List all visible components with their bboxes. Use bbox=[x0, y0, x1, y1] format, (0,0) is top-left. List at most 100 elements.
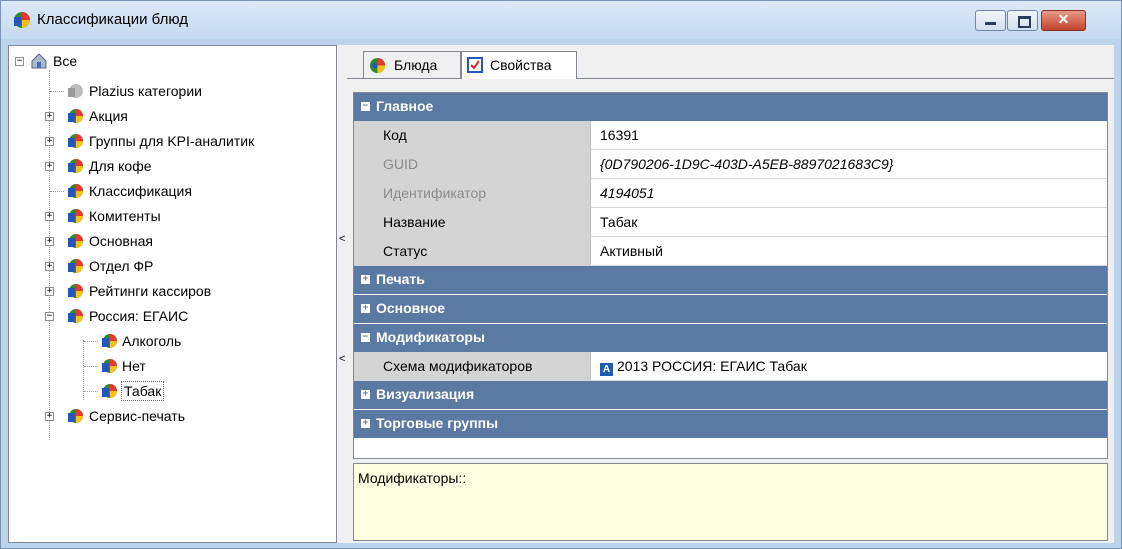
property-row-modifier-scheme[interactable]: Схема модификаторов A 2013 РОССИЯ: ЕГАИС … bbox=[354, 352, 1107, 381]
category-icon bbox=[68, 259, 83, 273]
expand-icon[interactable]: + bbox=[361, 275, 370, 284]
expand-icon[interactable]: + bbox=[45, 212, 54, 221]
category-label: Основное bbox=[376, 300, 446, 316]
category-icon-gray bbox=[68, 84, 83, 98]
house-icon bbox=[31, 53, 47, 69]
collapse-left-icon[interactable]: < bbox=[339, 353, 345, 365]
minimize-icon bbox=[985, 22, 996, 25]
expand-icon[interactable]: + bbox=[45, 162, 54, 171]
expand-icon[interactable]: + bbox=[361, 419, 370, 428]
tree-item[interactable]: + Акция bbox=[9, 107, 329, 129]
tree-item[interactable]: Классификация bbox=[9, 182, 329, 204]
splitter[interactable]: < < bbox=[338, 45, 346, 543]
tree-item[interactable]: + Отдел ФР bbox=[9, 257, 329, 279]
property-name: Код bbox=[383, 127, 407, 143]
tab-properties-label: Свойства bbox=[490, 57, 552, 73]
property-value[interactable]: Активный bbox=[600, 243, 663, 259]
tree-item-label: Акция bbox=[89, 108, 128, 124]
minimize-button[interactable] bbox=[975, 10, 1006, 31]
tree-item[interactable]: + Рейтинги кассиров bbox=[9, 282, 329, 304]
category-icon bbox=[102, 384, 117, 398]
property-row-name[interactable]: Название Табак bbox=[354, 208, 1107, 237]
tree-item-label: Алкоголь bbox=[122, 333, 182, 349]
tree-item-label: Plazius категории bbox=[89, 83, 202, 99]
close-button[interactable]: ✕ bbox=[1041, 10, 1086, 31]
expand-icon[interactable]: + bbox=[45, 412, 54, 421]
category-icon bbox=[102, 359, 117, 373]
category-icon bbox=[68, 209, 83, 223]
category-icon bbox=[68, 309, 83, 323]
checkbox-properties-icon bbox=[467, 57, 483, 73]
collapse-icon[interactable]: − bbox=[361, 333, 370, 342]
category-print[interactable]: + Печать bbox=[354, 266, 1107, 294]
property-row-status[interactable]: Статус Активный bbox=[354, 237, 1107, 266]
expand-icon[interactable]: + bbox=[45, 237, 54, 246]
maximize-icon bbox=[1018, 16, 1031, 28]
tree-item[interactable]: + Сервис-печать bbox=[9, 407, 329, 429]
category-modifiers[interactable]: − Модификаторы bbox=[354, 324, 1107, 352]
property-value[interactable]: 16391 bbox=[600, 127, 639, 143]
category-icon bbox=[68, 184, 83, 198]
property-name: Идентификатор bbox=[383, 185, 487, 201]
tree-item-selected[interactable]: Табак bbox=[9, 381, 329, 404]
main-window: Классификации блюд ✕ − Все Plazius катег… bbox=[0, 0, 1122, 549]
property-row-code[interactable]: Код 16391 bbox=[354, 121, 1107, 150]
expand-icon[interactable]: + bbox=[45, 262, 54, 271]
description-text: Модификаторы:: bbox=[358, 470, 467, 486]
details-panel: Блюда Свойства − Главное Код 16391 GUID bbox=[347, 45, 1114, 543]
scheme-icon: A bbox=[600, 363, 613, 376]
classification-tree[interactable]: − Все Plazius категории + Акция + Группы… bbox=[8, 45, 337, 543]
tree-item-label: Табак bbox=[120, 381, 165, 401]
tree-root-label: Все bbox=[53, 53, 78, 69]
maximize-button[interactable] bbox=[1007, 10, 1038, 31]
category-basic[interactable]: + Основное bbox=[354, 295, 1107, 323]
description-panel: Модификаторы:: bbox=[353, 463, 1108, 541]
tree-item[interactable]: + Основная bbox=[9, 232, 329, 254]
title-bar: Классификации блюд ✕ bbox=[1, 1, 1121, 39]
category-label: Торговые группы bbox=[376, 415, 499, 431]
category-trade-groups[interactable]: + Торговые группы bbox=[354, 410, 1107, 438]
tab-properties[interactable]: Свойства bbox=[461, 51, 577, 79]
tree-item[interactable]: + Для кофе bbox=[9, 157, 329, 179]
tab-dishes[interactable]: Блюда bbox=[363, 51, 461, 78]
tree-item[interactable]: Plazius категории bbox=[9, 82, 329, 104]
expand-icon[interactable]: + bbox=[45, 287, 54, 296]
tree-item-label: Комитенты bbox=[89, 208, 161, 224]
category-icon bbox=[68, 109, 83, 123]
collapse-icon[interactable]: − bbox=[361, 102, 370, 111]
category-label: Печать bbox=[376, 271, 425, 287]
tree-item[interactable]: + Группы для KPI-аналитик bbox=[9, 132, 329, 154]
client-area: − Все Plazius категории + Акция + Группы… bbox=[8, 45, 1114, 543]
tree-root[interactable]: − Все bbox=[15, 52, 215, 74]
collapse-icon[interactable]: − bbox=[15, 57, 24, 66]
property-row-identifier[interactable]: Идентификатор 4194051 bbox=[354, 179, 1107, 208]
category-label: Модификаторы bbox=[376, 329, 485, 345]
tree-item-label: Нет bbox=[122, 358, 146, 374]
tree-item[interactable]: Нет bbox=[9, 357, 329, 379]
tree-item[interactable]: Алкоголь bbox=[9, 332, 329, 354]
expand-icon[interactable]: + bbox=[45, 112, 54, 121]
tree-item[interactable]: + Комитенты bbox=[9, 207, 329, 229]
category-icon bbox=[68, 284, 83, 298]
category-icon bbox=[68, 159, 83, 173]
category-icon bbox=[68, 409, 83, 423]
app-icon bbox=[14, 12, 30, 28]
collapse-left-icon[interactable]: < bbox=[339, 233, 345, 245]
tree-item-label: Отдел ФР bbox=[89, 258, 154, 274]
property-value[interactable]: Табак bbox=[600, 214, 637, 230]
tab-dishes-label: Блюда bbox=[394, 57, 438, 73]
tree-item-label: Для кофе bbox=[89, 158, 152, 174]
category-visualization[interactable]: + Визуализация bbox=[354, 381, 1107, 409]
property-name: Статус bbox=[383, 243, 428, 259]
expand-icon[interactable]: + bbox=[361, 390, 370, 399]
close-icon: ✕ bbox=[1057, 11, 1070, 27]
tree-item-label: Рейтинги кассиров bbox=[89, 283, 212, 299]
collapse-icon[interactable]: − bbox=[45, 312, 54, 321]
expand-icon[interactable]: + bbox=[361, 304, 370, 313]
property-grid[interactable]: − Главное Код 16391 GUID {0D790206-1D9C-… bbox=[353, 92, 1108, 459]
tree-item[interactable]: − Россия: ЕГАИС bbox=[9, 307, 329, 329]
expand-icon[interactable]: + bbox=[45, 137, 54, 146]
property-row-guid[interactable]: GUID {0D790206-1D9C-403D-A5EB-8897021683… bbox=[354, 150, 1107, 179]
category-main[interactable]: − Главное bbox=[354, 93, 1107, 121]
category-icon bbox=[68, 234, 83, 248]
